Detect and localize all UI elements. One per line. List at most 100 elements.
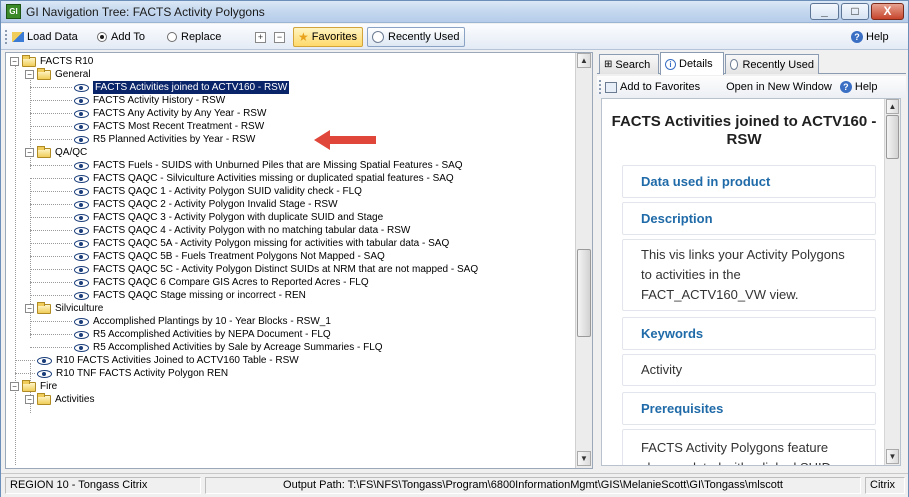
tree-item[interactable]: FACTS QAQC 2 - Activity Polygon Invalid … xyxy=(30,198,338,211)
add-to-label: Add To xyxy=(111,31,146,43)
favorites-label: Favorites xyxy=(311,31,358,43)
tree-item[interactable]: FACTS Activities joined to ACTV160 - RSW xyxy=(30,80,291,95)
tree-item[interactable]: FACTS Most Recent Treatment - RSW xyxy=(30,120,264,133)
tree-connector xyxy=(30,139,72,140)
collapse-icon[interactable]: − xyxy=(25,148,34,157)
collapse-all-button[interactable]: − xyxy=(274,28,285,46)
navigation-tree-pane: − FACTS R10 − General FACTS Activities j… xyxy=(5,52,593,469)
eye-icon xyxy=(74,291,89,300)
tree-item[interactable]: R5 Accomplished Activities by NEPA Docum… xyxy=(30,328,331,341)
scrollbar-thumb[interactable] xyxy=(886,115,899,159)
tree-item[interactable]: FACTS QAQC 3 - Activity Polygon with dup… xyxy=(30,211,383,224)
eye-icon xyxy=(74,135,89,144)
tree-connector xyxy=(30,204,72,205)
load-data-label: Load Data xyxy=(27,31,78,43)
red-arrow-annotation-icon xyxy=(314,130,376,150)
minimize-button[interactable]: _ xyxy=(810,3,839,20)
tree-vertical-scrollbar[interactable]: ▲ ▼ xyxy=(575,53,592,468)
tree-item[interactable]: FACTS QAQC Stage missing or incorrect - … xyxy=(30,289,306,302)
maximize-button[interactable]: □ xyxy=(841,3,869,20)
region-dropdown[interactable]: REGION 10 - Tongass Citrix xyxy=(5,477,201,494)
tree-item[interactable]: R5 Planned Activities by Year - RSW xyxy=(30,133,255,146)
tree-connector xyxy=(30,295,72,296)
section-description-body: This vis links your Activity Polygons to… xyxy=(622,239,876,311)
tree-node-facts-r10[interactable]: − FACTS R10 xyxy=(10,54,93,68)
tab-recently-used[interactable]: Recently Used xyxy=(725,54,819,74)
tree-item-label: R10 TNF FACTS Activity Polygon REN xyxy=(56,368,229,379)
tree-item[interactable]: FACTS Activity History - RSW xyxy=(30,94,225,107)
tree-folder-fire[interactable]: − Fire xyxy=(10,379,57,393)
eye-icon xyxy=(37,356,52,365)
tree-connector xyxy=(30,230,72,231)
tree-item-label: FACTS Most Recent Treatment - RSW xyxy=(93,121,265,132)
add-favorite-icon xyxy=(605,81,617,93)
tree-connector xyxy=(30,191,72,192)
favorites-button[interactable]: ★ Favorites xyxy=(293,27,363,47)
eye-icon xyxy=(37,369,52,378)
close-button[interactable]: X xyxy=(871,3,904,20)
eye-icon xyxy=(74,317,89,326)
replace-radio[interactable]: Replace xyxy=(167,28,221,46)
add-to-radio[interactable]: Add To xyxy=(97,28,145,46)
tree-item-label: Accomplished Plantings by 10 - Year Bloc… xyxy=(93,316,331,327)
scroll-up-arrow-icon[interactable]: ▲ xyxy=(886,99,899,114)
tab-details[interactable]: i Details xyxy=(660,52,724,75)
title-bar[interactable]: GI GI Navigation Tree: FACTS Activity Po… xyxy=(1,1,908,23)
citrix-indicator: Citrix xyxy=(865,477,905,494)
tree-item-label: FACTS Activities joined to ACTV160 - RSW xyxy=(91,80,291,95)
tree-item[interactable]: FACTS QAQC - Silviculture Activities mis… xyxy=(30,172,454,185)
collapse-icon[interactable]: − xyxy=(10,382,19,391)
recently-used-button[interactable]: Recently Used xyxy=(367,27,465,47)
tree-folder-silviculture[interactable]: − Silviculture xyxy=(25,301,103,315)
help-label: Help xyxy=(866,31,889,43)
tree-folder-activities[interactable]: − Activities xyxy=(25,392,94,406)
section-keywords-heading: Keywords xyxy=(622,317,876,350)
collapse-icon[interactable]: − xyxy=(25,395,34,404)
tree-item[interactable]: FACTS QAQC 1 - Activity Polygon SUID val… xyxy=(30,185,362,198)
tree-item[interactable]: R5 Accomplished Activities by Sale by Ac… xyxy=(30,341,383,354)
scroll-down-arrow-icon[interactable]: ▼ xyxy=(577,451,591,466)
scroll-up-arrow-icon[interactable]: ▲ xyxy=(577,53,591,68)
eye-icon xyxy=(74,83,89,92)
eye-icon xyxy=(74,226,89,235)
tree-item[interactable]: FACTS QAQC 6 Compare GIS Acres to Report… xyxy=(30,276,369,289)
tree-item[interactable]: FACTS QAQC 4 - Activity Polygon with no … xyxy=(30,224,410,237)
tree-guide-line xyxy=(15,65,16,465)
details-vertical-scrollbar[interactable]: ▲ ▼ xyxy=(884,99,900,465)
details-content: FACTS Activities joined to ACTV160 - RSW… xyxy=(601,98,901,466)
tree-item[interactable]: R10 TNF FACTS Activity Polygon REN xyxy=(15,367,228,380)
tree-item[interactable]: FACTS QAQC 5C - Activity Polygon Distinc… xyxy=(30,263,478,276)
expand-all-button[interactable]: + xyxy=(255,28,266,46)
help-button[interactable]: ? Help xyxy=(851,28,889,46)
add-to-favorites-label: Add to Favorites xyxy=(620,81,701,93)
tree-item[interactable]: FACTS Fuels - SUIDS with Unburned Piles … xyxy=(30,159,463,172)
scrollbar-thumb[interactable] xyxy=(577,249,591,337)
tree-item[interactable]: FACTS QAQC 5A - Activity Polygon missing… xyxy=(30,237,449,250)
tree-folder-qaqc[interactable]: − QA/QC xyxy=(25,145,87,159)
tree-item-label: FACTS QAQC 1 - Activity Polygon SUID val… xyxy=(93,186,362,197)
load-data-button[interactable]: Load Data xyxy=(5,28,78,46)
tree-connector xyxy=(30,334,72,335)
tree-item-label: FACTS QAQC 4 - Activity Polygon with no … xyxy=(93,225,411,236)
radio-replace-icon xyxy=(167,32,177,42)
open-new-window-button[interactable]: Open in New Window xyxy=(726,81,832,93)
tree-connector xyxy=(30,321,72,322)
tab-search[interactable]: ⊞ Search xyxy=(599,54,659,74)
collapse-icon[interactable]: − xyxy=(25,70,34,79)
folder-icon xyxy=(22,379,36,392)
collapse-icon[interactable]: − xyxy=(25,304,34,313)
tree-item[interactable]: FACTS QAQC 5B - Fuels Treatment Polygons… xyxy=(30,250,385,263)
scroll-down-arrow-icon[interactable]: ▼ xyxy=(886,449,899,464)
tree-item[interactable]: Accomplished Plantings by 10 - Year Bloc… xyxy=(30,315,331,328)
collapse-icon[interactable]: − xyxy=(10,57,19,66)
details-help-button[interactable]: ? Help xyxy=(839,81,878,93)
tree-folder-general[interactable]: − General xyxy=(25,67,91,81)
add-to-favorites-button[interactable]: Add to Favorites xyxy=(605,81,700,93)
section-data-used[interactable]: Data used in product xyxy=(622,165,876,198)
navigation-tree[interactable]: − FACTS R10 − General FACTS Activities j… xyxy=(6,53,576,468)
eye-icon xyxy=(74,174,89,183)
tree-item[interactable]: FACTS Any Activity by Any Year - RSW xyxy=(30,107,266,120)
eye-icon xyxy=(74,96,89,105)
tree-connector xyxy=(30,282,72,283)
tree-item[interactable]: R10 FACTS Activities Joined to ACTV160 T… xyxy=(15,354,299,367)
